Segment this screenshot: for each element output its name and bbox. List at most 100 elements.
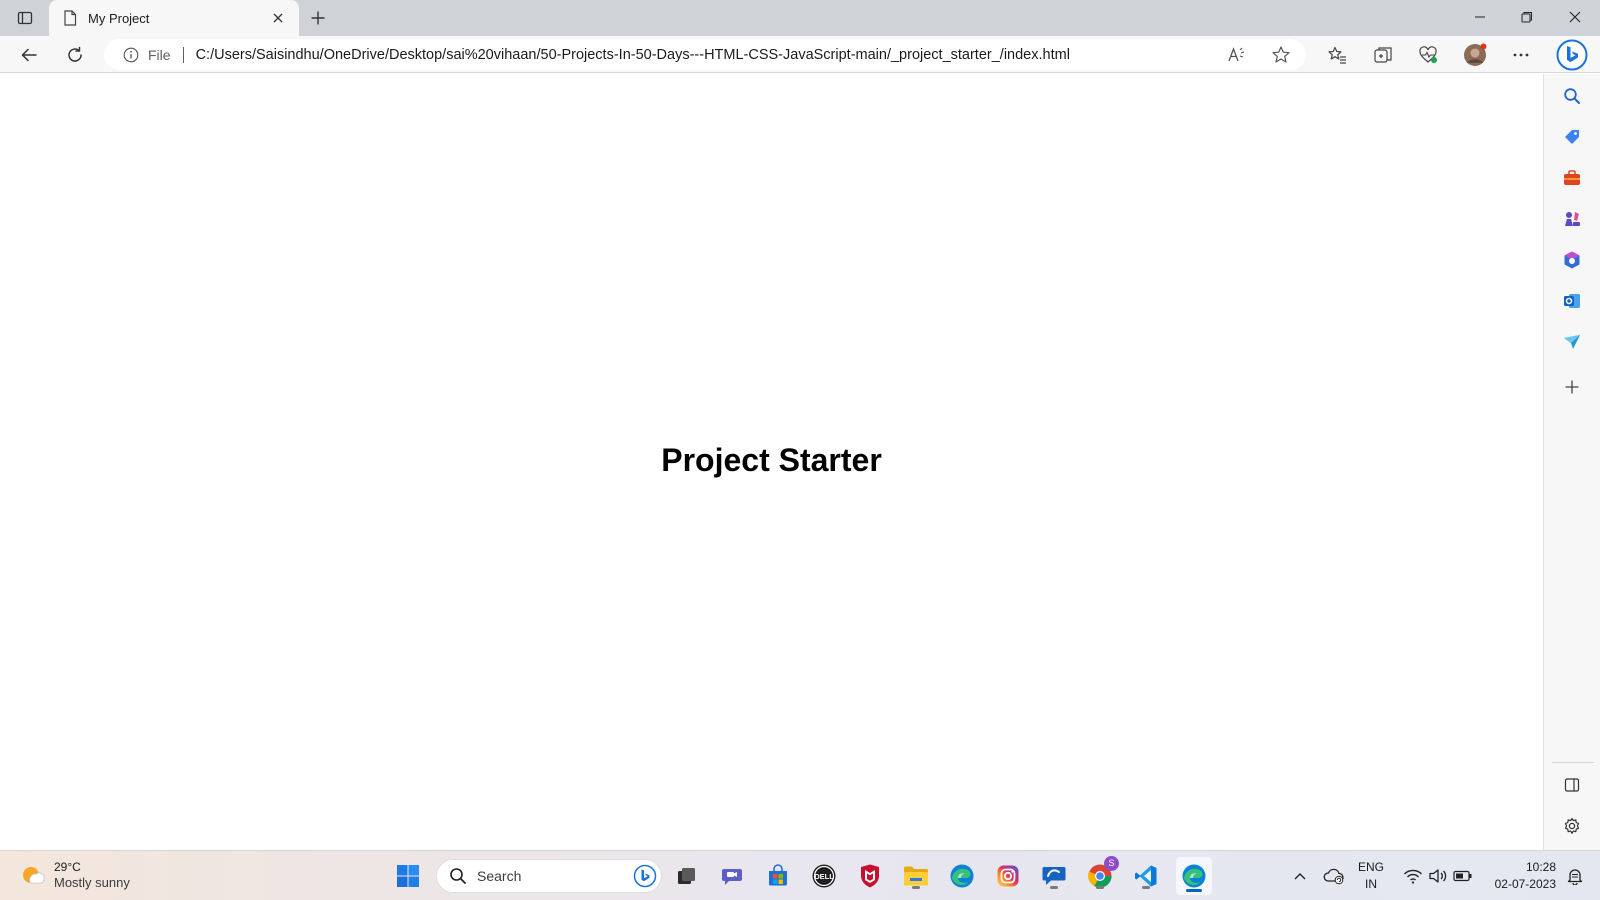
edge-button[interactable] bbox=[946, 860, 978, 892]
language-code: ENG bbox=[1358, 860, 1385, 874]
weather-condition: Mostly sunny bbox=[54, 875, 130, 890]
sidebar-shopping-button[interactable] bbox=[1558, 123, 1586, 151]
info-icon[interactable] bbox=[122, 46, 140, 64]
sidebar-send-button[interactable] bbox=[1558, 328, 1586, 356]
clock-time: 10:28 bbox=[1525, 860, 1556, 874]
volume-button[interactable] bbox=[1425, 851, 1451, 900]
sidebar-tools-button[interactable] bbox=[1558, 164, 1586, 192]
restore-button[interactable] bbox=[1504, 0, 1550, 34]
minimize-button[interactable] bbox=[1457, 0, 1503, 34]
back-arrow-icon bbox=[21, 48, 37, 62]
favorite-button[interactable] bbox=[1270, 44, 1292, 66]
search-icon bbox=[450, 868, 466, 884]
onedrive-button[interactable] bbox=[1320, 851, 1348, 900]
edge-active-button[interactable] bbox=[1176, 857, 1212, 895]
close-icon bbox=[1569, 11, 1581, 23]
settings-more-button[interactable] bbox=[1506, 40, 1536, 70]
read-aloud-button[interactable] bbox=[1226, 45, 1248, 65]
tab-strip: My Project bbox=[0, 0, 1600, 36]
volume-icon bbox=[1429, 869, 1447, 883]
collections-button[interactable] bbox=[1368, 40, 1398, 70]
vscode-button[interactable] bbox=[1130, 860, 1162, 892]
show-hidden-icons-button[interactable] bbox=[1288, 851, 1312, 900]
battery-icon bbox=[1453, 870, 1472, 882]
taskbar-search[interactable]: Search bbox=[436, 859, 662, 893]
chrome-button[interactable]: S bbox=[1084, 856, 1119, 892]
profile-button[interactable] bbox=[1460, 40, 1490, 70]
notifications-button[interactable] bbox=[1562, 851, 1588, 900]
dell-icon: DELL bbox=[812, 864, 836, 888]
teams-icon bbox=[722, 869, 742, 885]
url-text[interactable]: C:/Users/Saisindhu/OneDrive/Desktop/sai%… bbox=[196, 47, 1070, 63]
send-icon bbox=[1564, 335, 1580, 349]
new-tab-button[interactable] bbox=[305, 5, 331, 31]
bing-icon bbox=[1556, 39, 1588, 71]
weather-widget[interactable]: 29°C Mostly sunny bbox=[20, 859, 130, 891]
minimize-icon bbox=[1475, 16, 1485, 18]
running-indicator bbox=[1096, 886, 1104, 889]
sidebar-search-button[interactable] bbox=[1558, 82, 1586, 110]
language-indicator[interactable]: ENG IN bbox=[1358, 859, 1384, 893]
browser-essentials-button[interactable] bbox=[1413, 40, 1443, 70]
sidebar-office-button[interactable] bbox=[1558, 246, 1586, 274]
instagram-icon bbox=[997, 865, 1019, 887]
refresh-button[interactable] bbox=[60, 40, 90, 70]
edge-sidebar bbox=[1543, 74, 1600, 850]
store-icon bbox=[769, 864, 787, 886]
profile-badge: S bbox=[1104, 856, 1119, 871]
back-button[interactable] bbox=[14, 40, 44, 70]
address-bar[interactable]: File C:/Users/Saisindhu/OneDrive/Desktop… bbox=[104, 39, 1306, 70]
mcafee-button[interactable] bbox=[854, 860, 886, 892]
chat-app-button[interactable] bbox=[1038, 860, 1070, 892]
file-explorer-button[interactable] bbox=[900, 860, 932, 892]
tab-close-button[interactable] bbox=[267, 7, 289, 29]
file-explorer-icon bbox=[904, 866, 928, 886]
games-icon bbox=[1565, 212, 1580, 226]
tools-icon bbox=[1564, 170, 1580, 185]
instagram-button[interactable] bbox=[992, 860, 1024, 892]
search-placeholder: Search bbox=[477, 868, 522, 884]
battery-button[interactable] bbox=[1450, 851, 1476, 900]
teams-button[interactable] bbox=[716, 860, 748, 892]
browser-tab[interactable]: My Project bbox=[49, 0, 299, 36]
favorites-icon bbox=[1328, 46, 1346, 64]
clock[interactable]: 10:28 02-07-2023 bbox=[1495, 859, 1556, 893]
heart-pulse-icon bbox=[1419, 46, 1437, 63]
read-aloud-icon bbox=[1228, 47, 1245, 62]
chevron-up-icon bbox=[1294, 873, 1306, 880]
bing-copilot-button[interactable] bbox=[1555, 38, 1589, 72]
wifi-icon bbox=[1404, 869, 1422, 884]
page-icon bbox=[61, 9, 79, 27]
edge-icon bbox=[950, 864, 974, 888]
store-button[interactable] bbox=[762, 860, 794, 892]
active-indicator bbox=[1186, 889, 1202, 892]
favorites-button[interactable] bbox=[1322, 40, 1352, 70]
collections-icon bbox=[1374, 47, 1392, 63]
office-icon bbox=[1564, 251, 1580, 269]
window-close-button[interactable] bbox=[1552, 0, 1598, 34]
avatar bbox=[1464, 43, 1487, 66]
onedrive-icon bbox=[1323, 868, 1344, 885]
tab-actions-button[interactable] bbox=[12, 6, 38, 30]
running-indicator bbox=[1050, 886, 1058, 889]
sidebar-settings-button[interactable] bbox=[1558, 812, 1586, 840]
wifi-button[interactable] bbox=[1400, 851, 1426, 900]
task-view-button[interactable] bbox=[670, 860, 702, 892]
tab-actions-icon bbox=[17, 11, 33, 25]
sidebar-outlook-button[interactable] bbox=[1558, 287, 1586, 315]
running-indicator bbox=[1142, 886, 1150, 889]
sidebar-games-button[interactable] bbox=[1558, 205, 1586, 233]
sidebar-split-screen-button[interactable] bbox=[1558, 771, 1586, 799]
windows-start-icon bbox=[397, 865, 419, 887]
restore-icon bbox=[1521, 12, 1532, 23]
weather-temperature: 29°C bbox=[54, 860, 81, 874]
page-title: Project Starter bbox=[661, 442, 882, 478]
running-indicator bbox=[912, 886, 920, 889]
outlook-icon bbox=[1564, 294, 1580, 308]
start-button[interactable] bbox=[392, 860, 424, 892]
svg-text:DELL: DELL bbox=[814, 872, 834, 881]
sidebar-add-button[interactable] bbox=[1558, 373, 1586, 401]
shopping-tag-icon bbox=[1565, 130, 1579, 144]
settings-icon bbox=[1564, 817, 1580, 834]
dell-button[interactable]: DELL bbox=[808, 860, 840, 892]
